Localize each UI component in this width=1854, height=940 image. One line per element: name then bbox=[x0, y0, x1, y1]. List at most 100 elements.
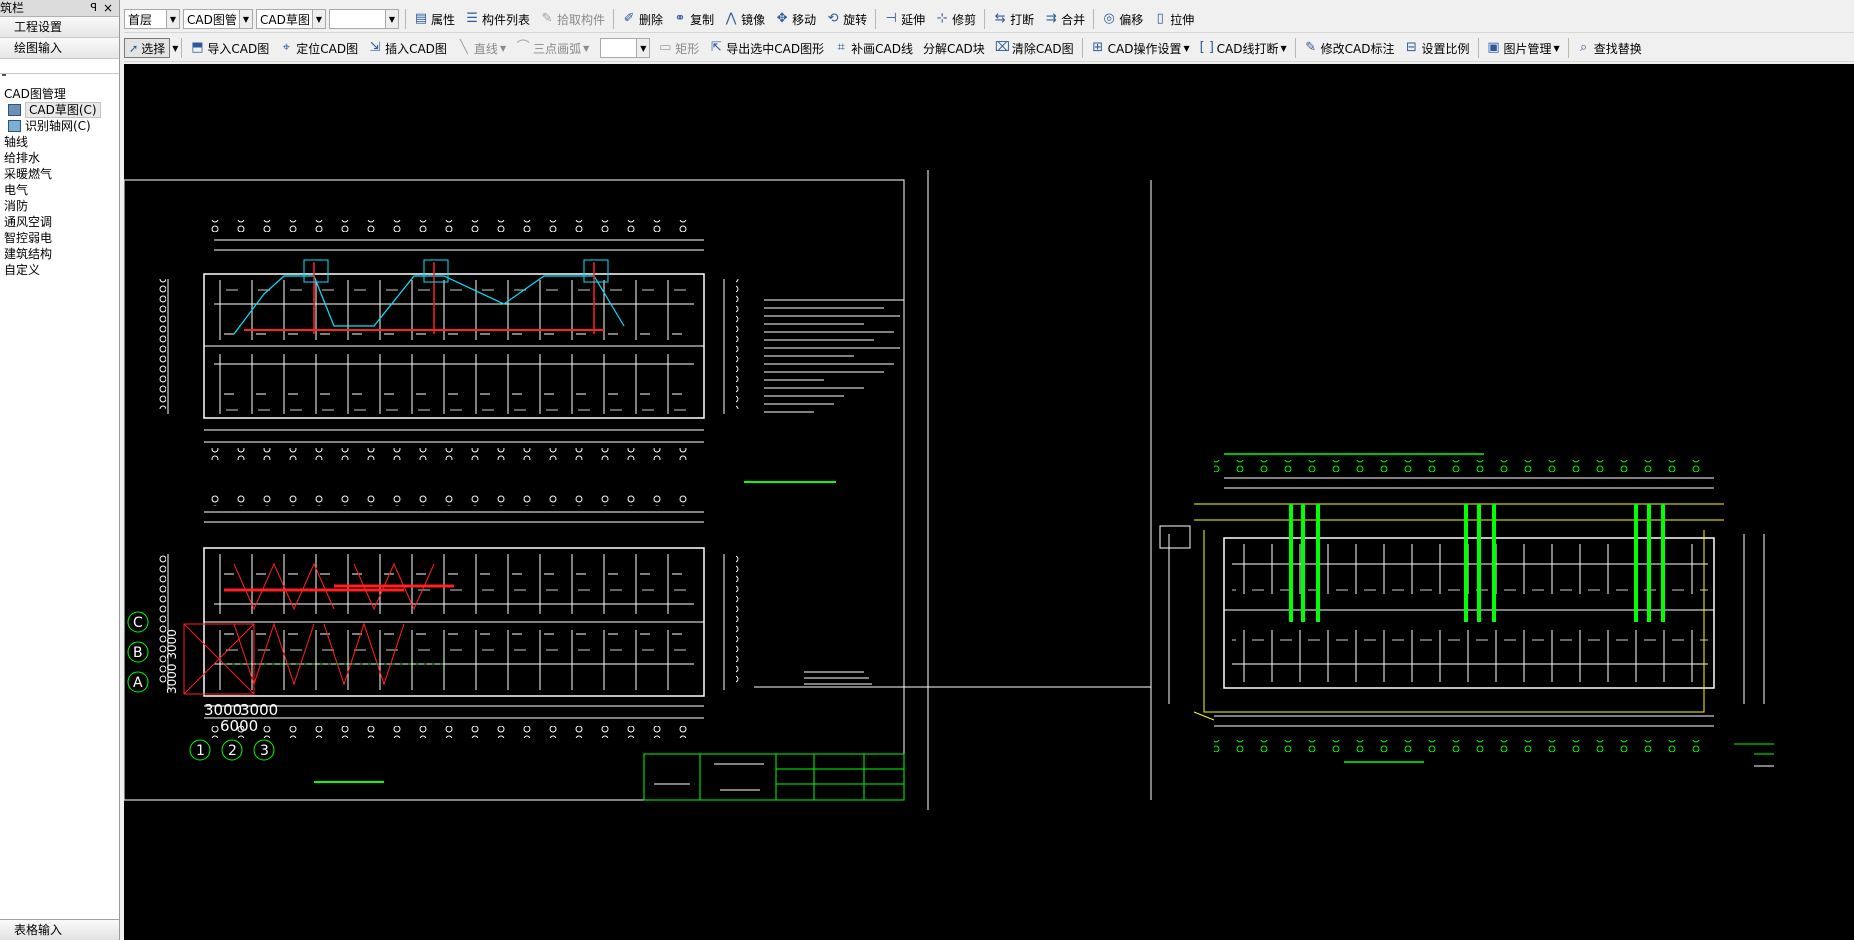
clear-cad-label: 清除CAD图 bbox=[1011, 41, 1074, 56]
cad-break-icon: [ ] bbox=[1199, 40, 1214, 55]
mirror-icon: ⋀ bbox=[725, 11, 737, 26]
chevron-down-icon: ▼ bbox=[385, 10, 398, 28]
stretch-icon: ▯ bbox=[1156, 11, 1164, 26]
move-button[interactable]: ✥ 移动 bbox=[770, 8, 821, 30]
tree-header-cad-mgmt[interactable]: CAD图管理 bbox=[4, 86, 119, 102]
chevron-down-icon: ▼ bbox=[239, 10, 252, 28]
export-cad-button[interactable]: ⇱ 导出选中CAD图形 bbox=[704, 37, 829, 59]
locate-cad-button[interactable]: ⌖ 定位CAD图 bbox=[274, 37, 363, 59]
cad-manager-select[interactable]: CAD图管 ▼ bbox=[183, 9, 253, 29]
import-cad-button[interactable]: ⬒ 导入CAD图 bbox=[185, 37, 274, 59]
tree-item-custom[interactable]: 自定义 bbox=[4, 262, 119, 278]
close-icon[interactable]: × bbox=[103, 0, 113, 16]
cad-line-break-label: CAD线打断 bbox=[1216, 41, 1279, 56]
properties-button[interactable]: ▤ 属性 bbox=[409, 8, 460, 30]
tree-item-plumbing[interactable]: 给排水 bbox=[4, 150, 119, 166]
clear-cad-button[interactable]: ⌧ 清除CAD图 bbox=[990, 37, 1079, 59]
tree-item-structure[interactable]: 建筑结构 bbox=[4, 246, 119, 262]
right-floor-plan bbox=[1159, 453, 1774, 767]
delete-button[interactable]: ✐ 删除 bbox=[617, 8, 668, 30]
table-input-button[interactable]: 表格输入 bbox=[0, 919, 119, 940]
chevron-down-icon: ▼ bbox=[1280, 43, 1287, 53]
redraw-cad-line-button[interactable]: ⌗ 补画CAD线 bbox=[829, 37, 918, 59]
pin-icon[interactable]: ꟼ bbox=[90, 0, 97, 16]
axis-label-c: C bbox=[133, 615, 143, 631]
axis-label-2: 2 bbox=[228, 743, 237, 759]
vertical-dim-text: 3000 3000 bbox=[165, 629, 179, 694]
lower-floor-plan bbox=[154, 494, 748, 783]
cad-canvas[interactable]: C B A 3000 3000 3000 3000 6000 1 2 3 bbox=[124, 64, 1854, 940]
cad-settings-label: CAD操作设置 bbox=[1107, 41, 1182, 56]
export-cad-label: 导出选中CAD图形 bbox=[726, 41, 825, 56]
component-list-label: 构件列表 bbox=[482, 12, 531, 27]
tree-item-fire[interactable]: 消防 bbox=[4, 198, 119, 214]
insert-cad-button[interactable]: ⇲ 插入CAD图 bbox=[363, 37, 452, 59]
floor-select[interactable]: 首层 ▼ bbox=[124, 9, 180, 29]
separator bbox=[1294, 38, 1296, 58]
title-block bbox=[643, 753, 905, 801]
scale-icon: ⊟ bbox=[1406, 40, 1417, 55]
set-scale-button[interactable]: ⊟ 设置比例 bbox=[1400, 37, 1475, 59]
separator bbox=[405, 9, 406, 29]
line-button[interactable]: ╲ 直线 ▼ bbox=[452, 37, 511, 59]
trim-button[interactable]: ⊹ 修剪 bbox=[930, 8, 981, 30]
cad-drawing: C B A 3000 3000 3000 3000 6000 1 2 3 bbox=[124, 170, 1774, 810]
export-cad-icon: ⇱ bbox=[710, 40, 722, 55]
tree-item-axis-grid[interactable]: 识别轴网(C) bbox=[4, 118, 119, 134]
drawing-input-button[interactable]: 绘图输入 bbox=[0, 38, 119, 59]
tree-item-axis-grid-label: 识别轴网(C) bbox=[25, 119, 91, 133]
chevron-down-icon: ▼ bbox=[583, 43, 590, 53]
find-replace-label: 查找替换 bbox=[1593, 41, 1642, 56]
select-button[interactable]: ➚ 选择 bbox=[124, 38, 171, 58]
toolbar-row-2: ➚ 选择 ▼ ⬒ 导入CAD图 ⌖ 定位CAD图 ⇲ 插入CAD图 ╲ 直线 ▼ ⌒ 三点画弧 ▼… bbox=[124, 35, 1854, 62]
sidebar-title-bar: 筑栏 ꟼ × bbox=[0, 0, 119, 17]
tree-item-axis[interactable]: 轴线 bbox=[4, 134, 119, 150]
explode-block-button[interactable]: 分解CAD块 bbox=[918, 37, 990, 59]
component-list-button[interactable]: ☰ 构件列表 bbox=[460, 8, 535, 30]
offset-button[interactable]: ◎ 偏移 bbox=[1097, 8, 1148, 30]
offset-icon: ◎ bbox=[1103, 11, 1115, 26]
stretch-label: 拉伸 bbox=[1170, 12, 1195, 27]
edit-cad-dim-button[interactable]: ✎ 修改CAD标注 bbox=[1299, 37, 1400, 59]
rectangle-button[interactable]: ▭ 矩形 bbox=[653, 37, 704, 59]
cad-draft-select[interactable]: CAD草图 ▼ bbox=[256, 9, 326, 29]
copy-button[interactable]: ⚭ 复制 bbox=[668, 8, 719, 30]
cad-draft-value: CAD草图 bbox=[260, 12, 310, 27]
separator bbox=[1093, 9, 1095, 29]
image-manager-button[interactable]: ▣ 图片管理 ▼ bbox=[1482, 37, 1565, 59]
project-settings-button[interactable]: 工程设置 bbox=[0, 17, 119, 38]
shape-select[interactable]: ▼ bbox=[600, 38, 651, 58]
extend-icon: ⊣ bbox=[885, 11, 897, 26]
cad-line-break-button[interactable]: [ ] CAD线打断 ▼ bbox=[1195, 37, 1292, 59]
stretch-button[interactable]: ▯ 拉伸 bbox=[1148, 8, 1199, 30]
find-replace-button[interactable]: ⌕ 查找替换 bbox=[1572, 37, 1647, 59]
break-button[interactable]: ⇆ 打断 bbox=[988, 8, 1039, 30]
move-icon: ✥ bbox=[776, 11, 788, 26]
tree-item-cad-draft[interactable]: CAD草图(C) bbox=[4, 102, 119, 118]
tree-item-heating-gas[interactable]: 采暖燃气 bbox=[4, 166, 119, 182]
redraw-cad-line-label: 补画CAD线 bbox=[851, 41, 913, 56]
tree-item-weak-current[interactable]: 智控弱电 bbox=[4, 230, 119, 246]
collapse-handle[interactable] bbox=[0, 74, 119, 82]
cad-settings-button[interactable]: ⊞ CAD操作设置 ▼ bbox=[1086, 37, 1195, 59]
chevron-down-icon: ▼ bbox=[166, 10, 179, 28]
rotate-button[interactable]: ⟲ 旋转 bbox=[821, 8, 872, 30]
separator bbox=[1567, 38, 1569, 58]
extend-label: 延伸 bbox=[901, 12, 926, 27]
rotate-icon: ⟲ bbox=[827, 11, 839, 26]
extend-button[interactable]: ⊣ 延伸 bbox=[879, 8, 930, 30]
select-label: 选择 bbox=[141, 41, 166, 56]
separator bbox=[1477, 38, 1479, 58]
tree-item-hvac[interactable]: 通风空调 bbox=[4, 214, 119, 230]
tree-item-electrical[interactable]: 电气 bbox=[4, 182, 119, 198]
chevron-down-icon[interactable]: ▼ bbox=[172, 44, 178, 53]
component-select[interactable]: ▼ bbox=[329, 9, 399, 29]
merge-button[interactable]: ⇉ 合并 bbox=[1039, 8, 1090, 30]
pick-component-button[interactable]: ✎ 拾取构件 bbox=[535, 8, 610, 30]
mirror-button[interactable]: ⋀ 镜像 bbox=[719, 8, 770, 30]
delete-label: 删除 bbox=[639, 12, 664, 27]
arc-button[interactable]: ⌒ 三点画弧 ▼ bbox=[511, 37, 594, 59]
move-label: 移动 bbox=[792, 12, 817, 27]
locate-cad-label: 定位CAD图 bbox=[296, 41, 359, 56]
image-mgr-icon: ▣ bbox=[1487, 40, 1500, 55]
